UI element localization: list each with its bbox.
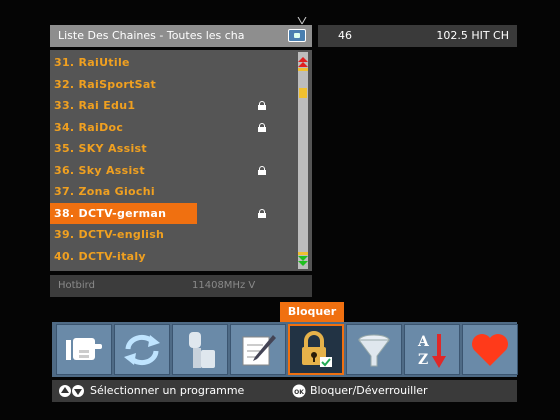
tv-antenna-icon xyxy=(297,17,307,25)
channel-row[interactable]: 34. RaiDoc xyxy=(50,117,295,139)
channel-row[interactable]: 36. Sky Assist xyxy=(50,160,295,182)
hand-pointer-button[interactable] xyxy=(56,324,112,375)
frequency-value: 11408MHz V xyxy=(192,280,256,291)
ok-key-icon: OK xyxy=(292,384,306,398)
channel-row[interactable]: 37. Zona Giochi xyxy=(50,181,295,203)
channel-label: 35. SKY Assist xyxy=(54,142,147,155)
channel-info-number: 46 xyxy=(338,29,352,42)
channel-label: 33. Rai Edu1 xyxy=(54,99,136,112)
lock-icon xyxy=(302,330,332,367)
channel-label: 36. Sky Assist xyxy=(54,163,145,177)
move-icon xyxy=(189,331,215,368)
padlock-icon xyxy=(258,101,266,110)
channel-row[interactable]: 39. DCTV-english xyxy=(50,224,295,246)
up-down-keys-icon xyxy=(59,385,84,397)
channel-list-screen: Liste Des Chaines - Toutes les cha 31. R… xyxy=(0,0,560,420)
filter-funnel-icon xyxy=(358,334,390,366)
svg-text:Z: Z xyxy=(418,352,428,368)
scroll-down-icon[interactable] xyxy=(298,252,308,266)
svg-text:A: A xyxy=(417,334,430,350)
edit-toolbar: A Z xyxy=(52,322,518,377)
swap-button[interactable] xyxy=(114,324,170,375)
channel-label: 34. RaiDoc xyxy=(54,120,124,134)
channel-label: 31. RaiUtile xyxy=(54,56,130,69)
scroll-up-icon[interactable] xyxy=(298,57,308,71)
channel-row[interactable]: 33. Rai Edu1 xyxy=(50,95,295,117)
channel-list: 31. RaiUtile 32. RaiSportSat 33. Rai Edu1 3… xyxy=(50,52,295,267)
svg-text:OK: OK xyxy=(294,389,304,396)
swap-arrows-icon xyxy=(124,334,160,365)
favorite-button[interactable] xyxy=(462,324,518,375)
favorite-heart-icon xyxy=(472,333,508,366)
channel-list-panel: 31. RaiUtile 32. RaiSportSat 33. Rai Edu1 3… xyxy=(50,50,312,271)
channel-info-panel: 46 102.5 HIT CH xyxy=(318,25,517,47)
help-bar: Sélectionner un programme OK Bloquer/Dév… xyxy=(52,380,517,402)
filter-button[interactable] xyxy=(346,324,402,375)
padlock-icon xyxy=(258,122,266,132)
lock-button[interactable] xyxy=(288,324,344,375)
hand-pointer-icon xyxy=(66,337,102,360)
channel-info-name: 102.5 HIT CH xyxy=(436,29,509,42)
channel-row[interactable]: 35. SKY Assist xyxy=(50,138,295,160)
channel-row[interactable]: 31. RaiUtile xyxy=(50,52,295,74)
channel-label: 38. DCTV-german xyxy=(54,206,167,220)
move-button[interactable] xyxy=(172,324,228,375)
satellite-name: Hotbird xyxy=(58,280,95,291)
channel-label: 32. RaiSportSat xyxy=(54,77,157,91)
sort-az-icon: A Z xyxy=(417,333,446,368)
channel-row[interactable]: 40. DCTV-italy xyxy=(50,246,295,268)
channel-label: 39. DCTV-english xyxy=(54,228,165,241)
scroll-thumb[interactable] xyxy=(299,88,307,98)
channel-label: 37. Zona Giochi xyxy=(54,185,155,198)
edit-pencil-icon xyxy=(242,334,276,365)
edit-button[interactable] xyxy=(230,324,286,375)
channel-row-selected[interactable]: 38. DCTV-german xyxy=(50,202,266,224)
channel-label: 40. DCTV-italy xyxy=(54,249,146,263)
help-select-text: Sélectionner un programme xyxy=(90,384,245,397)
channel-list-title: Liste Des Chaines - Toutes les cha xyxy=(58,29,245,42)
sort-button[interactable]: A Z xyxy=(404,324,460,375)
padlock-icon xyxy=(258,165,266,175)
padlock-icon xyxy=(258,208,266,218)
tv-icon xyxy=(288,29,306,42)
channel-list-header: Liste Des Chaines - Toutes les cha xyxy=(50,25,312,47)
transponder-status-bar: Hotbird 11408MHz V xyxy=(50,275,312,297)
active-tool-label: Bloquer xyxy=(280,302,344,322)
scrollbar[interactable] xyxy=(298,52,308,269)
help-lock-text: Bloquer/Déverrouiller xyxy=(310,384,428,397)
channel-row[interactable]: 32. RaiSportSat xyxy=(50,74,295,96)
